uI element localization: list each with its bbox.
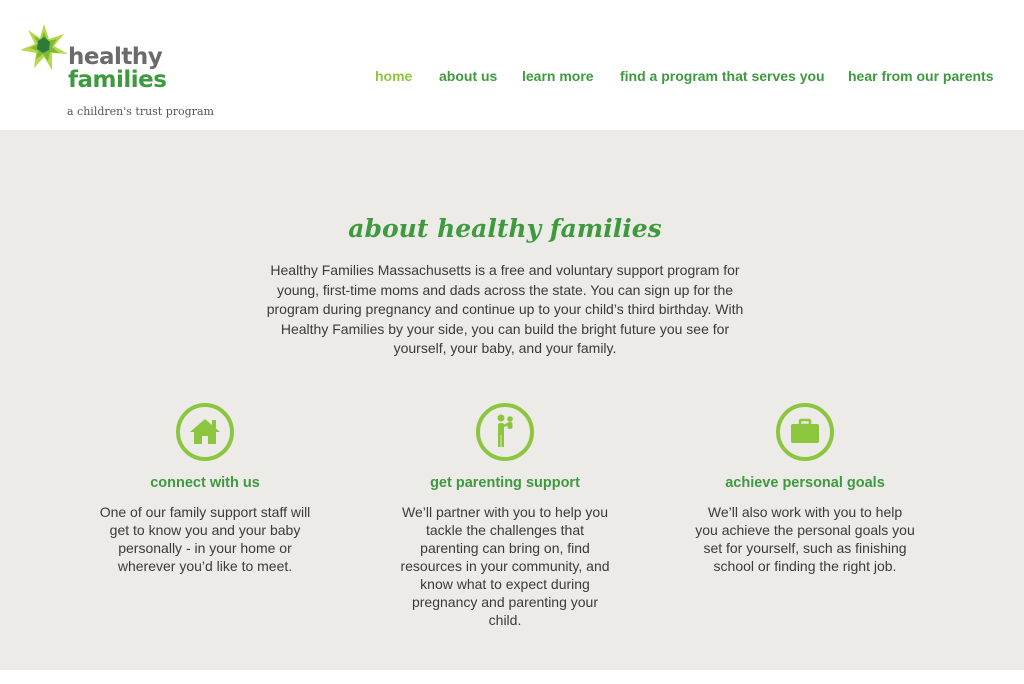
feature-description: We’ll partner with you to help you tackl… [400,504,610,628]
briefcase-icon [776,403,834,461]
main-content: about healthy families Healthy Families … [0,130,1024,670]
footer-strip [0,670,1024,684]
logo-tagline: a children's trust program [67,105,214,118]
feature-parenting: get parenting support We’ll partner with… [385,402,625,629]
feature-description: We’ll also work with you to help you ach… [695,504,915,574]
feature-connect: connect with us One of our family suppor… [85,402,325,575]
feature-description: One of our family support staff will get… [99,504,311,574]
house-icon [176,403,234,461]
logo-wordmark-healthy: healthy [68,44,163,70]
feature-title: get parenting support [430,475,580,491]
flower-logo-icon [20,24,68,70]
nav-find-a-program[interactable]: find a program that serves you [620,68,825,84]
main-nav: home about us learn more find a program … [0,68,1024,88]
feature-title: achieve personal goals [725,475,885,491]
nav-home[interactable]: home [375,68,412,84]
feature-title: connect with us [150,475,260,491]
nav-learn-more[interactable]: learn more [522,68,594,84]
nav-about-us[interactable]: about us [439,68,497,84]
about-description: Healthy Families Massachusetts is a free… [266,262,744,357]
feature-goals: achieve personal goals We’ll also work w… [685,402,925,575]
parent-child-icon [476,403,534,461]
site-header: healthy families a children's trust prog… [0,0,1024,130]
page-title: about healthy families [348,214,662,243]
nav-hear-from-parents[interactable]: hear from our parents [848,68,993,84]
